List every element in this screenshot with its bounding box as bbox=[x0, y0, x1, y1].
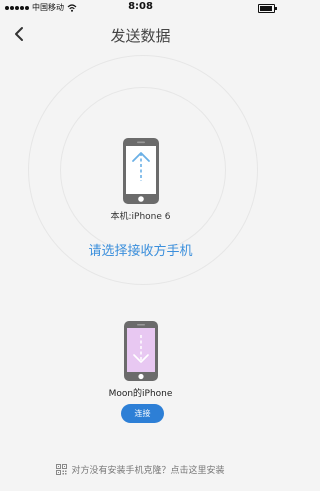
battery-icon bbox=[258, 4, 277, 13]
install-hint-text: 对方没有安装手机克隆？点击这里安装 bbox=[71, 466, 225, 476]
remote-device-name: Moon的iPhone bbox=[108, 389, 173, 399]
select-receiver-prompt: 请选择接收方手机 bbox=[88, 244, 193, 259]
local-phone-icon bbox=[123, 138, 159, 204]
install-hint-link[interactable]: 对方没有安装手机克隆？点击这里安装 bbox=[0, 463, 281, 478]
remote-phone-icon[interactable] bbox=[123, 320, 159, 382]
qr-code-icon bbox=[56, 464, 68, 475]
status-time: 8:08 bbox=[128, 1, 153, 12]
status-bar: 中国移动 8:08 bbox=[0, 0, 281, 16]
page-title: 发送数据 bbox=[110, 27, 171, 45]
connect-button[interactable]: 连接 bbox=[121, 404, 164, 423]
local-device-label: 本机:iPhone 6 bbox=[110, 212, 171, 222]
navigation-bar: 发送数据 bbox=[0, 18, 281, 52]
